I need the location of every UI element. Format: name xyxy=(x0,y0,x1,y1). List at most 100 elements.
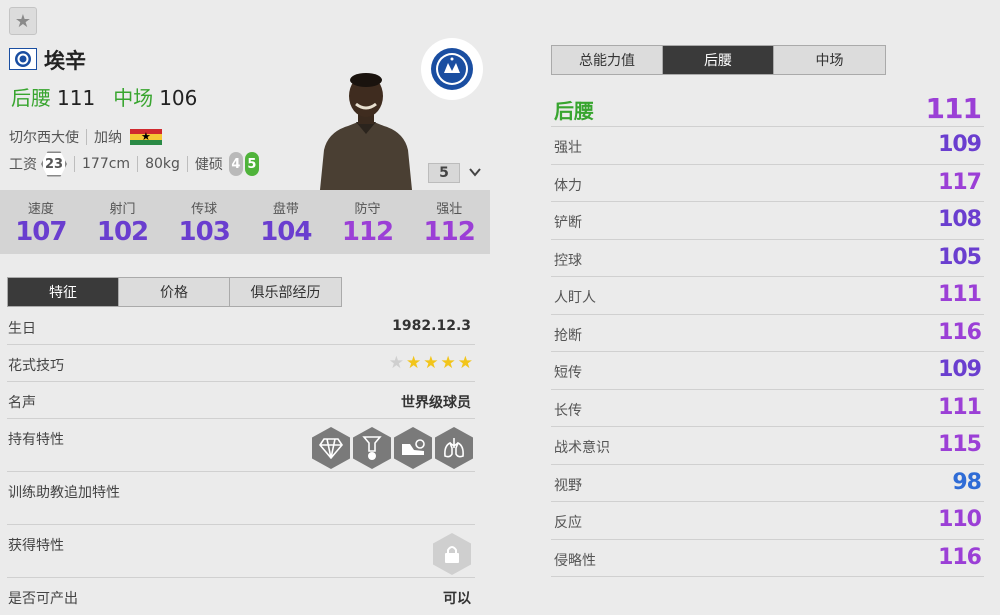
attribute-label: 人盯人 xyxy=(554,290,596,306)
favorite-star-button[interactable]: ★ xyxy=(9,7,37,35)
attribute-value: 109 xyxy=(938,132,982,157)
attribute-list: 后腰 111 强壮 109 体力 117 铲断 108 控球 105 人盯人 111 抢断 116 短传… xyxy=(551,90,984,577)
weak-foot-badge: 4 5 xyxy=(228,152,259,176)
attribute-value: 116 xyxy=(938,544,982,570)
producible-value: 可以 xyxy=(443,591,471,607)
attribute-value: 98 xyxy=(952,469,982,495)
stat-pace: 速度 107 xyxy=(0,190,82,254)
attribute-value: 111 xyxy=(938,394,982,420)
attribute-label: 控球 xyxy=(554,252,582,269)
primary-position: 后腰 xyxy=(11,86,51,110)
attribute-value: 116 xyxy=(938,319,982,345)
tab-traits[interactable]: 特征 xyxy=(8,278,119,306)
birthday-label: 生日 xyxy=(8,321,36,337)
attribute-row: 短传 109 xyxy=(551,352,984,390)
right-foot-rating: 5 xyxy=(244,152,259,176)
diamond-trait-icon[interactable] xyxy=(312,427,350,469)
position-rating-header: 后腰 111 xyxy=(551,90,984,127)
attribute-row: 战术意识 115 xyxy=(551,427,984,465)
tab-cm[interactable]: 中场 xyxy=(774,46,885,74)
lock-icon xyxy=(433,533,471,575)
stat-value: 112 xyxy=(423,217,476,247)
tab-price[interactable]: 价格 xyxy=(119,278,230,306)
tab-overall[interactable]: 总能力值 xyxy=(552,46,663,74)
position-label: 后腰 xyxy=(554,99,594,123)
birthday-value: 1982.12.3 xyxy=(392,318,471,334)
skill-moves-label: 花式技巧 xyxy=(8,358,64,374)
attribute-value: 111 xyxy=(938,282,982,307)
stat-shooting: 射门 102 xyxy=(82,190,164,254)
attribute-label: 抢断 xyxy=(554,327,582,344)
attribute-value: 105 xyxy=(938,244,982,270)
divider xyxy=(186,156,188,172)
attribute-value: 109 xyxy=(938,357,982,382)
club-flag-icon xyxy=(9,48,37,70)
attribute-row: 人盯人 111 xyxy=(551,277,984,315)
chevron-down-icon[interactable] xyxy=(468,165,482,179)
reputation-value: 世界级球员 xyxy=(401,395,471,411)
stat-label: 传球 xyxy=(191,202,218,217)
attribute-row: 长传 111 xyxy=(551,390,984,427)
traits-label: 持有特性 xyxy=(8,432,64,448)
height: 177cm xyxy=(82,156,131,172)
player-physical: 工资 23 177cm 80kg 健硕 4 5 xyxy=(9,150,259,178)
body-type: 健硕 xyxy=(194,157,223,173)
club-name: 切尔西大使 xyxy=(9,130,79,146)
tab-club-history[interactable]: 俱乐部经历 xyxy=(230,278,341,306)
attribute-label: 强壮 xyxy=(554,140,582,156)
secondary-position: 中场 xyxy=(113,86,154,110)
skill-moves-stars: ★ ★ ★ ★ ★ xyxy=(389,355,473,372)
star-empty-icon: ★ xyxy=(388,353,404,373)
stat-label: 强壮 xyxy=(436,202,463,217)
power-header-trait-icon[interactable] xyxy=(353,427,391,469)
stat-label: 射门 xyxy=(109,202,136,217)
info-list: 生日 1982.12.3 花式技巧 ★ ★ ★ ★ ★ 名声 世界级球员 持有特性 训练… xyxy=(7,308,475,615)
star-filled-icon: ★ xyxy=(457,353,473,373)
info-row-acquired-traits: 获得特性 xyxy=(7,525,475,578)
club-crest-icon xyxy=(421,38,483,100)
info-row-coach-traits: 训练助教追加特性 xyxy=(7,472,475,525)
divider xyxy=(74,156,75,172)
attribute-label: 铲断 xyxy=(554,215,582,231)
tab-cdm[interactable]: 后腰 xyxy=(663,46,774,74)
secondary-position-rating: 106 xyxy=(159,86,198,110)
stat-defending: 防守 112 xyxy=(327,190,409,254)
attribute-row: 强壮 109 xyxy=(551,127,984,165)
info-row-skill-moves: 花式技巧 ★ ★ ★ ★ ★ xyxy=(7,345,475,382)
producible-label: 是否可产出 xyxy=(8,591,78,607)
left-foot-rating: 4 xyxy=(228,152,243,176)
attribute-row: 侵略性 116 xyxy=(551,540,984,577)
stat-label: 盘带 xyxy=(272,202,299,217)
player-photo xyxy=(318,68,414,190)
stat-value: 112 xyxy=(341,217,394,247)
attribute-label: 长传 xyxy=(554,402,582,419)
attribute-value: 108 xyxy=(938,207,982,232)
coach-traits-label: 训练助教追加特性 xyxy=(8,485,120,501)
weight: 80kg xyxy=(145,156,180,172)
enhancement-level[interactable]: 5 xyxy=(428,163,460,183)
attribute-tabs: 总能力值 后腰 中场 xyxy=(551,45,886,75)
stat-label: 速度 xyxy=(27,202,54,217)
wage-badge: 23 xyxy=(41,151,67,177)
attribute-label: 短传 xyxy=(554,365,582,381)
ghana-flag-icon: ★ xyxy=(130,129,162,145)
nationality: 加纳 xyxy=(94,130,122,146)
primary-position-rating: 111 xyxy=(57,86,96,110)
star-filled-icon: ★ xyxy=(440,353,456,373)
attribute-row: 体力 117 xyxy=(551,165,984,202)
stat-dribbling: 盘带 104 xyxy=(245,190,327,254)
attribute-value: 110 xyxy=(938,507,982,532)
attribute-value: 117 xyxy=(938,169,982,195)
attribute-row: 抢断 116 xyxy=(551,315,984,352)
star-filled-icon: ★ xyxy=(406,353,422,373)
lungs-trait-icon[interactable] xyxy=(435,427,473,469)
attribute-label: 视野 xyxy=(554,477,582,494)
attribute-label: 体力 xyxy=(554,177,582,194)
boot-dribble-trait-icon[interactable] xyxy=(394,427,432,469)
divider xyxy=(137,156,139,172)
attribute-label: 反应 xyxy=(554,515,582,531)
stat-value: 104 xyxy=(260,217,312,247)
player-origin: 切尔西大使 加纳 ★ xyxy=(9,127,162,147)
info-row-producible: 是否可产出 可以 xyxy=(7,578,475,615)
wage-label: 工资 xyxy=(9,157,37,173)
